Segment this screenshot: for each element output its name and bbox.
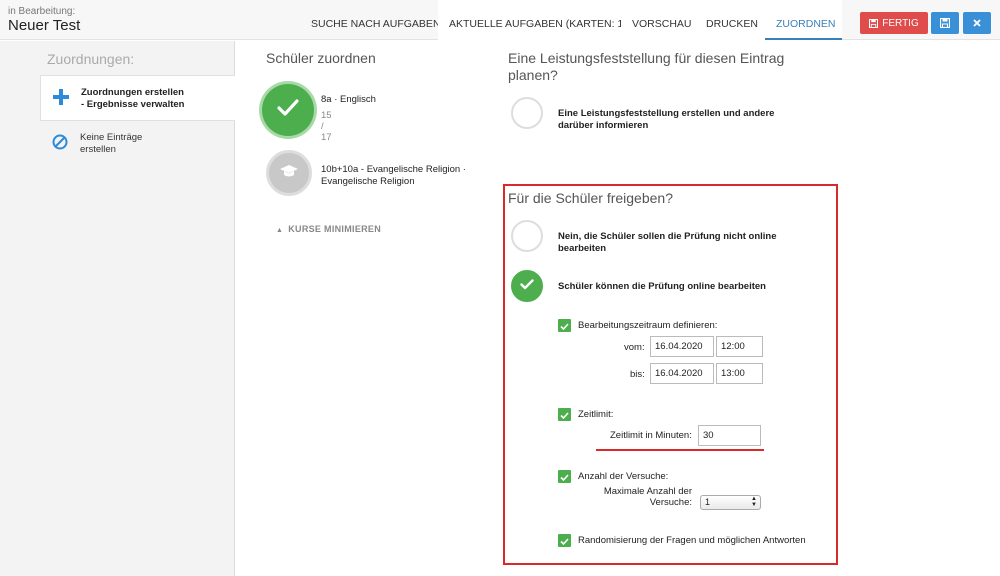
checkmark-icon [277, 98, 299, 122]
release-no-line2: bearbeiten [558, 243, 607, 254]
assessment-option-label: Eine Leistungsfeststellung erstellen und… [558, 108, 774, 132]
sidebar-item-label-line2: erstellen [80, 144, 116, 155]
release-no-radio[interactable] [511, 220, 543, 252]
page-title: Neuer Test [8, 17, 81, 34]
main-nav: SUCHE NACH AUFGABEN AKTUELLE AUFGABEN (K… [300, 0, 842, 40]
randomize-label: Randomisierung der Fragen und möglichen … [578, 535, 806, 546]
max-attempts-value: 1 [705, 497, 711, 507]
close-button[interactable] [963, 12, 991, 34]
from-time-input[interactable]: 12:00 [716, 336, 763, 357]
graduation-cap-icon [279, 164, 299, 183]
checkmark-icon [520, 277, 534, 295]
timelimit-checkbox[interactable] [558, 408, 571, 421]
students-section-title: Schüler zuordnen [266, 50, 376, 66]
timelimit-minutes-label: Zeitlimit in Minuten: [610, 430, 692, 441]
from-date-input[interactable]: 16.04.2020 [650, 336, 714, 357]
checkmark-icon [560, 317, 569, 335]
sidebar-item-label-line1: Keine Einträge [80, 132, 143, 143]
max-attempts-line2: Versuche: [649, 497, 692, 508]
timelimit-label: Zeitlimit: [578, 409, 614, 420]
attempts-checkbox[interactable] [558, 470, 571, 483]
period-checkbox[interactable] [558, 319, 571, 332]
timelimit-underline-highlight [596, 449, 764, 451]
tab-assign[interactable]: ZUORDNEN [765, 0, 842, 40]
assessment-section-title: Eine Leistungsfeststellung für diesen Ei… [508, 50, 785, 83]
course-name-line1: 10b+10a - Evangelische Religion · [321, 164, 466, 175]
period-label: Bearbeitungszeitraum definieren: [578, 320, 718, 331]
max-attempts-line1: Maximale Anzahl der [603, 486, 692, 497]
from-label: vom: [624, 342, 645, 353]
app-header: in Bearbeitung: Neuer Test SUCHE NACH AU… [0, 0, 1000, 40]
assessment-option-line1: Eine Leistungsfeststellung erstellen und… [558, 108, 775, 119]
tab-print[interactable]: DRUCKEN [695, 0, 765, 40]
checkmark-icon [560, 406, 569, 424]
to-date-input[interactable]: 16.04.2020 [650, 363, 714, 384]
sidebar-title: Zuordnungen: [47, 51, 135, 67]
course-unselected-badge [266, 150, 312, 196]
assessment-option-line2: darüber informieren [558, 120, 649, 131]
save-icon [869, 18, 879, 28]
plus-icon [53, 89, 69, 110]
tab-search-tasks[interactable]: SUCHE NACH AUFGABEN [300, 0, 441, 40]
block-icon [52, 134, 68, 155]
assessment-radio[interactable] [511, 97, 543, 129]
release-section-title: Für die Schüler freigeben? [508, 190, 673, 206]
course-name: 8a · Englisch [321, 94, 376, 105]
max-attempts-label: Maximale Anzahl der Versuche: [600, 486, 692, 508]
sidebar-item-no-entries[interactable]: Keine Einträge erstellen [40, 129, 235, 159]
release-no-label: Nein, die Schüler sollen die Prüfung nic… [558, 231, 777, 255]
sidebar-item-label: Zuordnungen erstellen - Ergebnisse verwa… [81, 87, 184, 111]
minimize-courses-label: KURSE MINIMIEREN [288, 224, 382, 234]
finish-button-label: FERTIG [882, 17, 919, 29]
randomize-checkbox[interactable] [558, 534, 571, 547]
release-no-line1: Nein, die Schüler sollen die Prüfung nic… [558, 231, 777, 242]
attempts-label: Anzahl der Versuche: [578, 471, 669, 482]
sidebar-item-label-line1: Zuordnungen erstellen [81, 87, 184, 98]
editing-status-label: in Bearbeitung: [8, 6, 76, 17]
release-yes-radio[interactable] [511, 270, 543, 302]
save-button[interactable] [931, 12, 959, 34]
to-label: bis: [630, 369, 645, 380]
save-icon [940, 18, 950, 28]
sidebar-item-label: Keine Einträge erstellen [80, 132, 142, 156]
checkmark-icon [560, 532, 569, 550]
tab-preview[interactable]: VORSCHAU [621, 0, 695, 40]
caret-up-icon: ▲ [276, 227, 284, 234]
max-attempts-select[interactable]: 1 ▲ ▼ [700, 495, 761, 510]
tab-current-tasks[interactable]: AKTUELLE AUFGABEN (KARTEN: 1) [438, 0, 627, 40]
course-selected-badge [262, 84, 314, 136]
release-yes-label: Schüler können die Prüfung online bearbe… [558, 281, 766, 292]
course-name-line2: Evangelische Religion [321, 176, 415, 187]
course-name: 10b+10a - Evangelische Religion · Evange… [321, 164, 466, 188]
sidebar: Zuordnungen: Zuordnungen erstellen - Erg… [0, 41, 235, 576]
to-time-input[interactable]: 13:00 [716, 363, 763, 384]
checkmark-icon [560, 468, 569, 486]
minimize-courses-link[interactable]: ▲ KURSE MINIMIEREN [276, 224, 381, 234]
close-icon [973, 19, 981, 27]
timelimit-minutes-input[interactable]: 30 [698, 425, 761, 446]
course-student-count: 15 / 17 [321, 110, 332, 143]
sidebar-item-create-assignments[interactable]: Zuordnungen erstellen - Ergebnisse verwa… [40, 75, 235, 121]
select-stepper-icon: ▲ ▼ [751, 496, 757, 508]
finish-button[interactable]: FERTIG [860, 12, 928, 34]
sidebar-item-label-line2: - Ergebnisse verwalten [81, 99, 185, 110]
